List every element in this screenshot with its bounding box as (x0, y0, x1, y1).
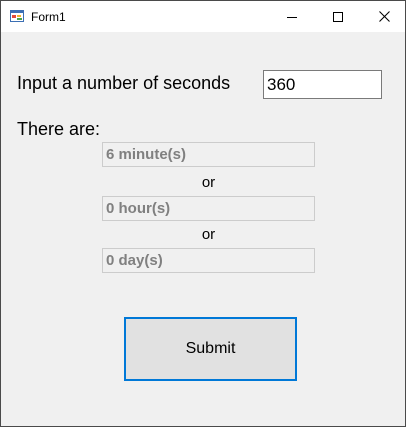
winforms-app-icon (10, 10, 24, 22)
close-button[interactable] (361, 1, 406, 32)
days-output-box: 0 day(s) (102, 248, 315, 273)
maximize-icon (333, 11, 343, 22)
title-bar[interactable]: Form1 (1, 1, 405, 32)
seconds-prompt-label: Input a number of seconds (17, 73, 231, 93)
form-client-area: Input a number of seconds There are: 6 m… (1, 32, 405, 426)
result-label: There are: (17, 119, 101, 139)
window-title: Form1 (31, 10, 66, 24)
minimize-icon (287, 16, 297, 18)
or-separator-1: or (201, 174, 216, 191)
maximize-button[interactable] (315, 1, 361, 32)
or-separator-2: or (201, 226, 216, 243)
app-window: Form1 Input a number of seconds There ar… (0, 0, 406, 427)
minutes-output-box: 6 minute(s) (102, 142, 315, 167)
submit-button[interactable]: Submit (124, 317, 297, 381)
close-icon (378, 11, 390, 22)
hours-output-box: 0 hour(s) (102, 196, 315, 221)
seconds-input[interactable] (263, 70, 382, 99)
minimize-button[interactable] (269, 1, 315, 32)
